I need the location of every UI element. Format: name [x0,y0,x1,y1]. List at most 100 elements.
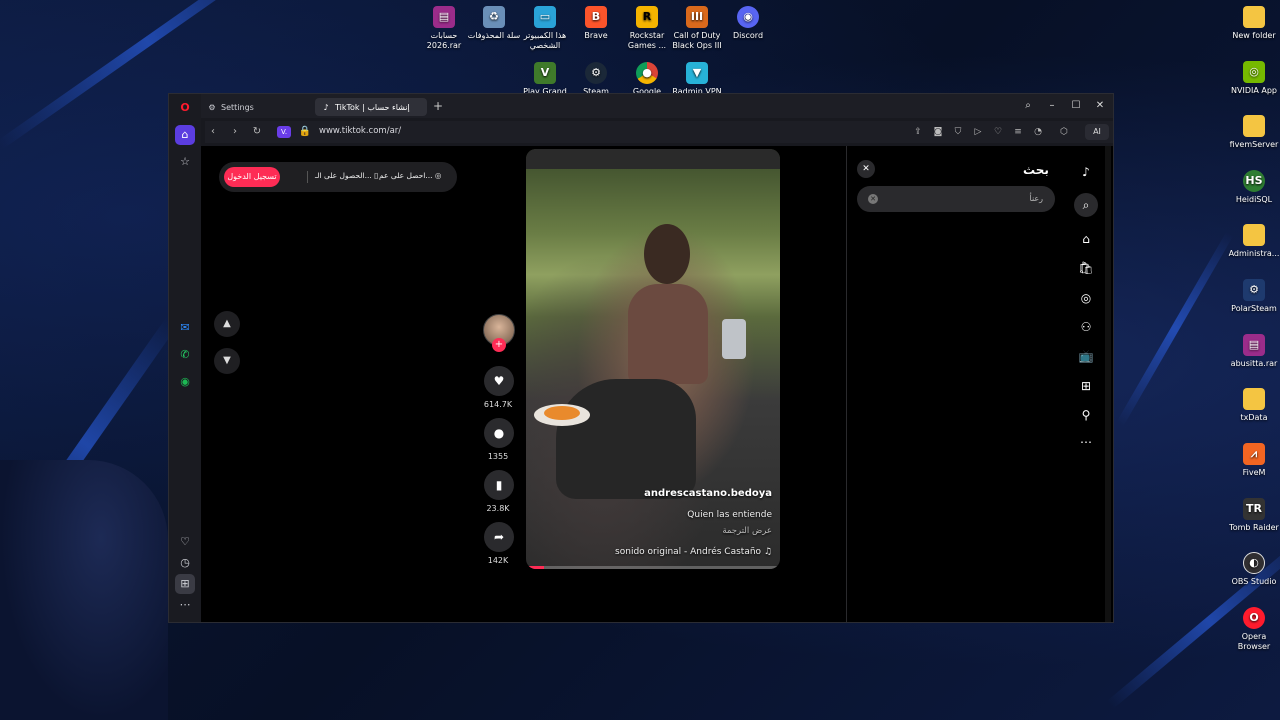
close-search-button[interactable]: ✕ [857,160,875,178]
more-icon[interactable]: ⋯ [1074,430,1098,454]
desktop-icon-heidisql[interactable]: HS HeidiSQL [1226,170,1280,205]
save-button[interactable]: ▮ [484,470,514,500]
gear-icon: ⚙ [208,102,216,112]
tiktok-logo-icon[interactable]: ♪ [1074,160,1098,184]
desktop-icon-this-pc[interactable]: ▭ هذا الكمبيوتر الشخصي [517,6,573,51]
whatsapp-icon[interactable]: ✆ [175,345,195,365]
messenger-icon[interactable]: ✉ [175,318,195,338]
previous-video-button[interactable]: ▲ [214,311,240,337]
desktop-icon-fivemserver[interactable]: fivemServer [1226,115,1280,150]
extensions-icon[interactable]: ⬡ [1057,125,1071,139]
desktop-icon-recycle-bin[interactable]: ♻ سلة المحذوفات [466,6,522,41]
video-sound[interactable]: sonido original - Andrés Castaño ♫ [615,547,772,557]
back-button[interactable]: ‹ [205,124,221,140]
desktop-icon-gta[interactable]: V Play Grand [517,62,573,97]
get-coins-link[interactable]: احصل على عم... ◎ [379,171,441,180]
video-progress[interactable] [526,566,780,569]
discord-icon: ◉ [737,6,759,28]
desktop-icon-new-folder[interactable]: New folder [1226,6,1280,41]
desktop-icon-tomb-raider[interactable]: TR Tomb Raider [1226,498,1280,533]
desktop-icon-radmin[interactable]: ▼ Radmin VPN [669,62,725,97]
desktop-icon-obs[interactable]: ◐ OBS Studio [1226,552,1280,587]
video-player[interactable]: andrescastano.bedoya Quien las entiende … [526,149,780,569]
desktop-icon-rockstar[interactable]: R Rockstar Games ... [619,6,675,51]
explore-icon[interactable]: ◎ [1074,286,1098,310]
home-icon[interactable]: ⌂ [1074,227,1098,251]
follow-button[interactable]: + [492,338,506,352]
promo-divider [307,171,308,183]
live-icon[interactable]: 📺 [1074,344,1098,368]
desktop-icon-brave[interactable]: B Brave [568,6,624,41]
profile-icon[interactable]: ⚲ [1074,403,1098,427]
share-button[interactable]: ➦ [484,522,514,552]
desktop-icon-steam[interactable]: ⚙ Steam [568,62,624,97]
history-icon[interactable]: ◷ [175,553,195,573]
spotify-icon[interactable]: ◉ [175,372,195,392]
profile-icon[interactable]: ◔ [1031,125,1045,139]
search-input[interactable]: ✕ رعنأ [857,186,1055,212]
next-video-button[interactable]: ▼ [214,348,240,374]
ai-label: AI [1093,127,1101,136]
heart-icon[interactable]: ♡ [991,125,1005,139]
tiktok-page: تسجيل الدخول الحصول على الـ... ▯ احصل عل… [201,146,1113,622]
opera-icon: O [1243,607,1265,629]
share-icon[interactable]: ⇪ [911,125,925,139]
desktop-icon-administra[interactable]: Administra... [1226,224,1280,259]
forward-button[interactable]: › [227,124,243,140]
opera-logo-icon[interactable]: O [175,98,195,118]
login-button[interactable]: تسجيل الدخول [224,167,280,187]
desktop-icon-discord[interactable]: ◉ Discord [720,6,776,41]
tab-settings[interactable]: ⚙ Settings [201,98,309,116]
see-translation-link[interactable]: عرض الترجمة [722,526,772,536]
page-scrollbar[interactable] [1105,146,1111,622]
browser-titlebar: ⚙ Settings ♪ TikTok | إنشاء حساب + ⌕ – ☐… [169,94,1113,118]
following-icon[interactable]: ⚇ [1074,315,1098,339]
desktop-icon-rar[interactable]: ▤ حسابات 2026.rar [416,6,472,51]
search-panel-divider [846,146,847,622]
ai-button[interactable]: AI [1085,124,1109,140]
phone-icon: ▯ [374,171,379,180]
desktop-icon-chrome[interactable]: ● Google [619,62,675,97]
like-button[interactable]: ♥ [484,366,514,396]
gift-icon[interactable]: ⊞ [175,574,195,594]
close-window-button[interactable]: ✕ [1093,98,1107,114]
desktop-icon-nvidia[interactable]: ◎ NVIDIA App [1226,61,1280,96]
video-progress-fill [526,566,544,569]
video-username[interactable]: andrescastano.bedoya [644,488,772,499]
search-icon[interactable]: ⌕ [1074,193,1098,217]
desktop-icon-polarsteam[interactable]: ⚙ PolarSteam [1226,279,1280,314]
shop-icon[interactable]: 🛍 [1074,256,1098,280]
maximize-button[interactable]: ☐ [1069,98,1083,114]
minimize-button[interactable]: – [1045,98,1059,114]
winrar-icon: ▤ [433,6,455,28]
favorites-icon[interactable]: ♡ [175,532,195,552]
share-arrow-icon: ➦ [493,530,505,544]
desktop-icon-abusitta[interactable]: ▤ abusitta.rar [1226,334,1280,369]
comment-button[interactable]: ● [484,418,514,448]
coin-icon: ◎ [434,171,442,180]
new-tab-button[interactable]: + [431,99,445,113]
desktop-icon-fivem[interactable]: ⩘ FiveM [1226,443,1280,478]
play-icon[interactable]: ▷ [971,125,985,139]
desktop-icon-cod[interactable]: III Call of Duty Black Ops III [669,6,725,51]
reload-button[interactable]: ↻ [249,124,265,140]
desktop-icon-txdata[interactable]: txData [1226,388,1280,423]
vpn-badge[interactable]: V. [277,126,291,138]
clear-search-icon[interactable]: ✕ [868,194,878,204]
shield-icon[interactable]: ⛉ [951,125,965,139]
home-icon[interactable]: ⌂ [175,125,195,145]
tab-search-icon[interactable]: ⌕ [1021,98,1035,114]
nvidia-icon: ◎ [1243,61,1265,83]
url-input[interactable]: www.tiktok.com/ar/ [319,126,401,136]
camera-icon[interactable]: ◙ [931,125,945,139]
lock-icon[interactable]: 🔒 [297,124,313,140]
get-app-link[interactable]: الحصول على الـ... ▯ [315,171,378,180]
upload-icon[interactable]: ⊞ [1074,374,1098,398]
folder-icon [1243,224,1265,246]
tab-tiktok[interactable]: ♪ TikTok | إنشاء حساب [315,98,427,116]
star-icon[interactable]: ☆ [175,152,195,172]
desktop-icon-opera[interactable]: O Opera Browser [1226,607,1280,652]
more-icon[interactable]: ⋯ [175,595,195,615]
menu-icon[interactable]: ≡ [1011,125,1025,139]
brave-icon: B [585,6,607,28]
